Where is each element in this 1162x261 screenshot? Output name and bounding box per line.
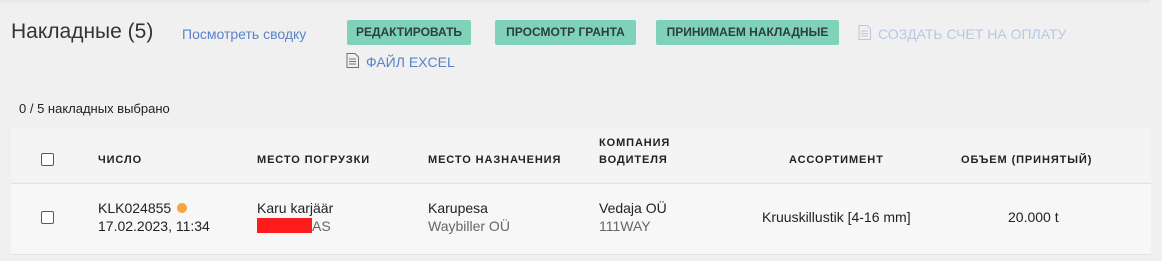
waybill-number-cell: KLK024855 17.02.2023, 11:34	[98, 199, 210, 235]
waybill-date: 17.02.2023, 11:34	[98, 218, 210, 234]
redaction-block	[257, 218, 312, 233]
column-driver-company[interactable]: КОМПАНИЯ ВОДИТЕЛЯ	[599, 135, 670, 169]
driver-company-cell: Vedaja OÜ 111WAY	[599, 199, 667, 235]
view-summary-link[interactable]: Посмотреть сводку	[182, 26, 306, 42]
select-all-checkbox[interactable]	[41, 153, 54, 166]
loading-place-company: AS	[312, 218, 331, 234]
column-number[interactable]: ЧИСЛО	[98, 152, 142, 169]
excel-file-label: ФАЙЛ EXCEL	[366, 54, 455, 70]
table-row[interactable]: KLK024855 17.02.2023, 11:34 Karu karjäär…	[11, 183, 1151, 255]
row-checkbox[interactable]	[41, 211, 54, 224]
loading-place-name: Karu karjäär	[257, 200, 334, 216]
loading-place-cell: Karu karjäär AS	[257, 199, 333, 235]
selection-status: 0 / 5 накладных выбрано	[19, 101, 170, 116]
destination-cell: Karupesa Waybiller OÜ	[428, 199, 510, 235]
column-driver-company-line1: КОМПАНИЯ	[599, 137, 671, 149]
column-destination[interactable]: МЕСТО НАЗНАЧЕНИЯ	[428, 152, 561, 169]
column-assortment[interactable]: АССОРТИМЕНТ	[789, 152, 884, 169]
waybill-number: KLK024855	[98, 200, 172, 216]
assortment-cell: Kruuskillustik [4-16 mm]	[762, 209, 911, 225]
document-icon	[858, 25, 871, 43]
driver-company-name: Vedaja OÜ	[599, 200, 667, 216]
volume-cell: 20.000 t	[1008, 209, 1059, 225]
edit-button[interactable]: РЕДАКТИРОВАТЬ	[347, 20, 471, 45]
driver-company-code: 111WAY	[599, 218, 651, 234]
document-icon	[346, 53, 359, 71]
grant-view-button[interactable]: ПРОСМОТР ГРАНТА	[495, 20, 636, 45]
destination-name: Karupesa	[428, 200, 488, 216]
create-invoice-link[interactable]: СОЗДАТЬ СЧЕТ НА ОПЛАТУ	[858, 25, 1066, 43]
status-dot-icon	[177, 203, 188, 213]
table-header: ЧИСЛО МЕСТО ПОГРУЗКИ МЕСТО НАЗНАЧЕНИЯ КО…	[11, 128, 1151, 182]
excel-file-link[interactable]: ФАЙЛ EXCEL	[346, 53, 455, 71]
accept-waybills-button[interactable]: ПРИНИМАЕМ НАКЛАДНЫЕ	[656, 20, 839, 45]
destination-company: Waybiller OÜ	[428, 218, 510, 234]
page-title: Накладные (5)	[11, 20, 154, 43]
column-driver-company-line2: ВОДИТЕЛЯ	[599, 154, 668, 166]
column-volume[interactable]: ОБЪЕМ (ПРИНЯТЫЙ)	[961, 152, 1092, 169]
top-shadow	[0, 0, 1150, 4]
column-loading-place[interactable]: МЕСТО ПОГРУЗКИ	[257, 152, 370, 169]
create-invoice-label: СОЗДАТЬ СЧЕТ НА ОПЛАТУ	[878, 26, 1067, 42]
